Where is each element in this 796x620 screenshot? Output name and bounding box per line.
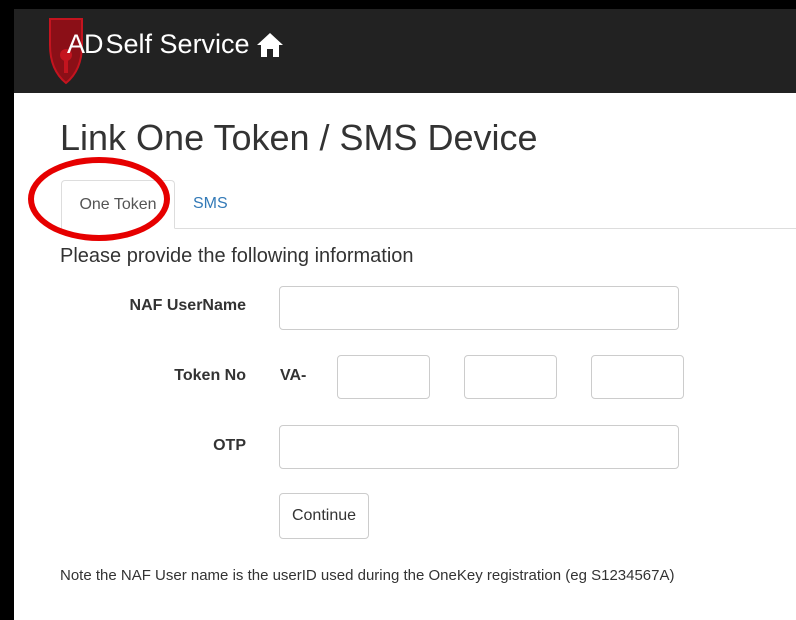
note-text: Note the NAF User name is the userID use… [60, 567, 675, 584]
instructions-text: Please provide the following information [60, 245, 414, 267]
otp-label: OTP [213, 437, 246, 454]
token-part-1-input[interactable] [337, 355, 430, 399]
naf-username-label: NAF UserName [129, 297, 246, 314]
token-prefix: VA- [280, 367, 307, 384]
page-title: Link One Token / SMS Device [60, 117, 538, 158]
token-part-2-input[interactable] [464, 355, 557, 399]
brand-name: Self Service [105, 29, 250, 59]
tab-sms[interactable]: SMS [178, 180, 243, 228]
continue-button[interactable]: Continue [279, 493, 369, 539]
home-icon[interactable] [256, 31, 284, 59]
brand[interactable]: AD Self Service [67, 29, 284, 60]
naf-username-input[interactable] [279, 286, 679, 330]
token-part-3-input[interactable] [591, 355, 684, 399]
navbar: AD Self Service [14, 9, 796, 93]
app-window: AD Self Service Link One Token / SMS Dev… [14, 9, 796, 620]
token-no-label: Token No [174, 367, 246, 384]
tab-one-token[interactable]: One Token [61, 180, 175, 229]
brand-ad: AD [67, 29, 104, 59]
otp-input[interactable] [279, 425, 679, 469]
